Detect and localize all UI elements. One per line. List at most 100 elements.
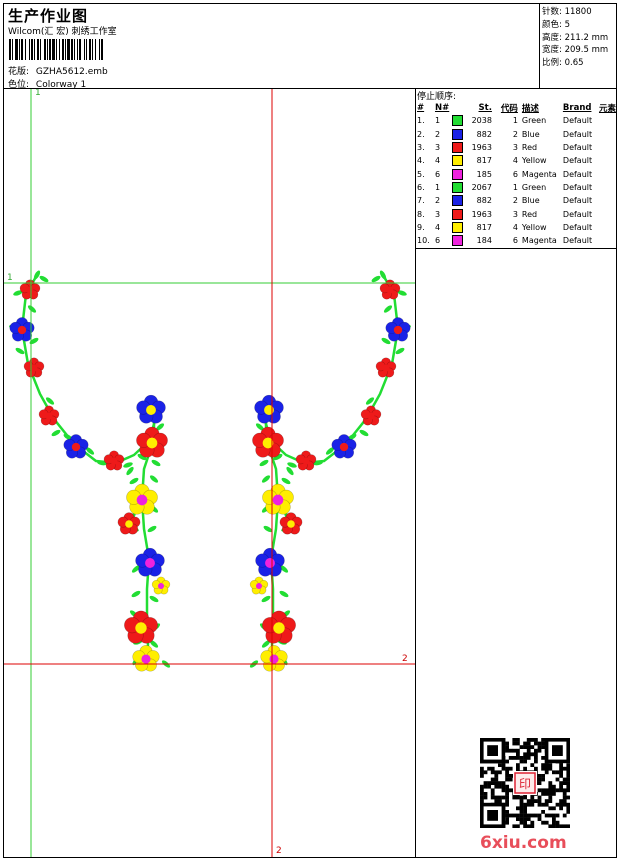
table-row: 10. 6 184 6 Magenta Default: [417, 234, 616, 247]
row-brand: Default: [562, 182, 593, 192]
col-element: 元素: [598, 103, 616, 114]
flower-left-6: [136, 394, 166, 424]
stat-width: 宽度: 209.5 mm: [542, 45, 609, 56]
row-code: 3: [512, 209, 518, 219]
row-element: [599, 234, 616, 247]
row-swatch: [451, 114, 465, 127]
stat-stitches: 针数: 11800: [542, 7, 592, 17]
row-description: Blue: [521, 196, 540, 206]
row-description: Green: [521, 182, 547, 192]
row-brand: Default: [562, 209, 593, 219]
row-element: [599, 181, 616, 194]
flower-right-9: [279, 512, 303, 535]
table-row: 3. 3 1963 3 Red Default: [417, 141, 616, 154]
row-swatch: [451, 194, 465, 207]
row-element: [599, 207, 616, 220]
guide-label-red-right: 2: [402, 654, 408, 664]
row-brand: Default: [562, 169, 593, 179]
leaf: [359, 429, 369, 437]
color-swatch-icon: [451, 181, 463, 193]
row-code: 3: [512, 143, 518, 153]
row-code: 2: [512, 196, 518, 206]
row-swatch: [451, 181, 465, 194]
row-needle: 4: [434, 222, 441, 232]
row-code: 6: [512, 169, 518, 179]
stats-panel: 针数: 11800 颜色: 5 高度: 211.2 mm 宽度: 209.5 m…: [540, 4, 616, 89]
leaf: [15, 347, 25, 355]
row-brand: Default: [562, 116, 593, 126]
stat-height: 高度: 211.2 mm: [542, 32, 609, 43]
flower-right-10: [255, 547, 285, 577]
row-element: [599, 154, 616, 167]
guide-label-red-bottom: 2: [276, 846, 282, 856]
color-swatch-icon: [451, 142, 463, 154]
color-swatch-icon: [451, 155, 463, 167]
row-element: [599, 221, 616, 234]
flower-left-10: [135, 547, 165, 577]
color-swatch-icon: [451, 115, 463, 127]
row-stitches: 817: [476, 222, 492, 232]
row-needle: 1: [434, 182, 441, 192]
leaf: [383, 305, 393, 313]
row-needle: 3: [434, 209, 441, 219]
barcode: [9, 39, 103, 60]
row-swatch: [451, 141, 465, 154]
flower-left-5: [103, 450, 125, 471]
col-code: 代码: [500, 103, 518, 114]
row-stitches: 185: [476, 169, 492, 179]
row-index: 7.: [417, 196, 425, 206]
color-swatch-icon: [451, 128, 463, 140]
row-stitches: 1963: [471, 143, 492, 153]
row-code: 6: [512, 236, 518, 246]
col-index: #: [417, 102, 425, 113]
row-needle: 3: [434, 143, 441, 153]
flower-left-9: [117, 512, 141, 535]
row-description: Green: [521, 116, 547, 126]
row-description: Magenta: [521, 236, 557, 246]
flower-left-12: [124, 610, 158, 644]
row-description: Yellow: [521, 156, 547, 166]
row-code: 2: [512, 129, 518, 139]
stat-colors: 颜色: 5: [542, 19, 570, 30]
col-brand: Brand: [562, 102, 592, 113]
color-swatch-icon: [451, 195, 463, 207]
leaf: [149, 595, 159, 603]
row-brand: Default: [562, 222, 593, 232]
leaf: [279, 590, 289, 598]
row-needle: 2: [434, 196, 441, 206]
guide-label-green-top: 1: [35, 89, 41, 98]
leaf: [51, 429, 61, 437]
color-swatch-icon: [451, 208, 463, 220]
stop-sequence-panel: 停止顺序: # N# St. 代码 描述 Brand 元素 1. 1 2038 1 Gr…: [416, 89, 616, 249]
row-needle: 2: [434, 129, 441, 139]
leaf: [261, 475, 271, 483]
row-swatch: [451, 128, 465, 141]
design-preview: 1 1 2 2: [4, 89, 416, 857]
leaf: [149, 475, 159, 483]
table-row: 1. 1 2038 1 Green Default: [417, 114, 616, 127]
col-description: 描述: [521, 103, 539, 114]
flower-right-6: [254, 394, 284, 424]
row-swatch: [451, 154, 465, 167]
leaf: [131, 590, 141, 598]
table-header-row: # N# St. 代码 描述 Brand 元素: [417, 101, 616, 114]
row-element: [599, 194, 616, 207]
flower-left-13: [132, 645, 160, 672]
row-brand: Default: [562, 156, 593, 166]
row-code: 4: [512, 222, 518, 232]
row-description: Red: [521, 209, 538, 219]
row-element: [599, 114, 616, 127]
guide-label-green-left: 1: [7, 273, 13, 283]
row-element: [599, 141, 616, 154]
row-index: 6.: [417, 182, 425, 192]
table-row: 5. 6 185 6 Magenta Default: [417, 167, 616, 180]
flower-right-11: [249, 576, 269, 595]
leaf: [259, 459, 269, 467]
row-index: 10.: [417, 236, 430, 246]
flower-right-8: [262, 483, 294, 515]
row-brand: Default: [562, 143, 593, 153]
flower-left-3: [38, 405, 60, 426]
design-file-label: 花版:: [8, 67, 30, 77]
flower-left-7: [136, 426, 168, 458]
color-swatch-icon: [451, 168, 463, 180]
